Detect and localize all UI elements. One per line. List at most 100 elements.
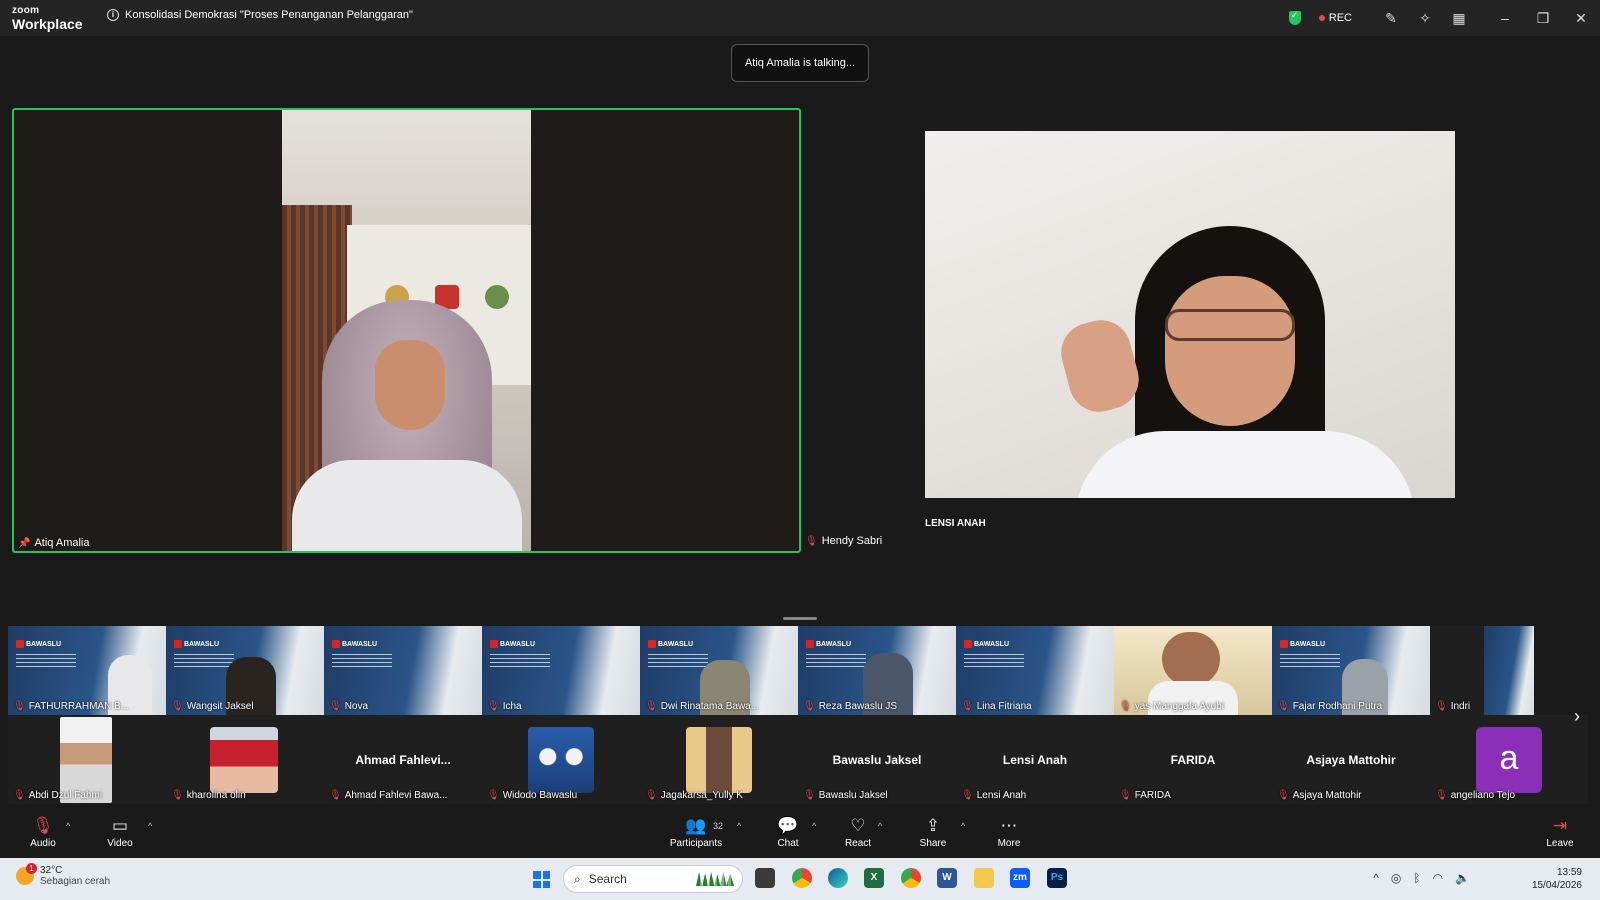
thumb-name-tag: 🎙 Asjaya Mattohir [1277, 790, 1362, 801]
gallery-resize-handle[interactable] [783, 617, 817, 620]
audio-options-caret-icon[interactable]: ^ [66, 821, 70, 831]
excel-icon[interactable]: X [864, 868, 884, 888]
talking-text: Atiq Amalia is talking... [744, 57, 856, 69]
gallery-thumb[interactable]: BAWASLU 🎙 Nova [324, 626, 482, 715]
lensi-video-tile[interactable] [925, 131, 1455, 498]
thumb-name-tag: 🎙 Reza Bawaslu JS [803, 701, 897, 712]
gallery-thumb[interactable]: 🎙 Abdi Dzul Fahmi [8, 715, 166, 804]
participant-count: 32 [713, 821, 724, 831]
thumb-name-tag: 🎙 yas Manggala Ayubi [1119, 701, 1224, 712]
participant-name: Asjaya Mattohir [1292, 790, 1362, 801]
gallery-thumb[interactable]: 🎙 yas Manggala Ayubi [1114, 626, 1272, 715]
bawaslu-text: BAWASLU [26, 640, 61, 648]
bawaslu-mark-icon [806, 640, 814, 648]
clock-date: 15/04/2026 [1531, 880, 1582, 891]
chat-button[interactable]: 💬 Chat [758, 815, 818, 849]
meeting-info[interactable]: i Konsolidasi Demokrasi "Proses Penangan… [107, 9, 413, 21]
share-button[interactable]: ⇪ Share [903, 815, 963, 849]
bawaslu-mark-icon [16, 640, 24, 648]
react-caret-icon[interactable]: ^ [878, 821, 882, 831]
bluetooth-icon[interactable]: ᛒ [1413, 871, 1420, 885]
titlebar-controls: REC ✎ ✧ ▦ – ❐ ✕ [1288, 0, 1600, 36]
recording-indicator[interactable]: REC [1318, 12, 1352, 24]
participant-display-name: FARIDA [1170, 753, 1216, 767]
video-camera-icon: ▭ [111, 816, 129, 835]
participant-photo [210, 727, 278, 793]
security-shield-icon[interactable] [1288, 10, 1301, 25]
gallery-thumb[interactable]: Lensi Anah 🎙 Lensi Anah [956, 715, 1114, 804]
participant-name: Jagakarsa_Yully K [660, 790, 743, 801]
gallery-thumb[interactable]: BAWASLU 🎙 Lina Fitriana [956, 626, 1114, 715]
thumb-name-tag: 🎙 Lina Fitriana [961, 701, 1032, 712]
gallery-thumb[interactable]: a 🎙 angeliano Tejo [1430, 715, 1588, 804]
gallery-thumb[interactable]: BAWASLU 🎙 Icha [482, 626, 640, 715]
leave-button[interactable]: ⇥ Leave [1530, 815, 1590, 849]
edge-icon[interactable] [828, 868, 848, 888]
gallery-thumb[interactable]: 🎙 kharolina olin [166, 715, 324, 804]
mic-off-icon: 🎙 [32, 816, 54, 835]
active-speaker-tile[interactable]: 📌 Atiq Amalia [12, 108, 801, 553]
minimize-button[interactable]: – [1486, 10, 1524, 26]
mic-muted-icon: 🎙 [487, 790, 500, 801]
photoshop-icon[interactable]: Ps [1047, 868, 1067, 888]
gallery-thumb[interactable]: BAWASLU 🎙 Wangsit Jaksel [166, 626, 324, 715]
participants-caret-icon[interactable]: ^ [737, 821, 741, 831]
gallery-thumb[interactable]: BAWASLU 🎙 Reza Bawaslu JS [798, 626, 956, 715]
gallery-next-arrow-icon[interactable]: › [1574, 706, 1580, 727]
info-icon[interactable]: i [107, 9, 119, 21]
system-tray: ^ ◎ ᛒ ◠ 🔈 [1373, 871, 1470, 885]
participant-name: angeliano Tejo [1450, 790, 1516, 801]
gallery-thumb[interactable]: Bawaslu Jaksel 🎙 Bawaslu Jaksel [798, 715, 956, 804]
video-button[interactable]: ▭ Video [90, 815, 150, 849]
mic-muted-icon: 🎙 [803, 790, 816, 801]
gallery-thumb[interactable]: Ahmad Fahlevi... 🎙 Ahmad Fahlevi Bawa... [324, 715, 482, 804]
chat-caret-icon[interactable]: ^ [812, 821, 816, 831]
participant-name: Abdi Dzul Fahmi [28, 790, 103, 801]
zoom-app-icon[interactable]: zm [1010, 868, 1030, 888]
chrome-icon[interactable] [792, 868, 812, 888]
task-view-icon[interactable] [755, 868, 775, 888]
bawaslu-text: BAWASLU [184, 640, 219, 648]
gallery-thumb[interactable]: 🎙 Widodo Bawaslu [482, 715, 640, 804]
bawaslu-logo: BAWASLU [174, 640, 219, 648]
video-options-caret-icon[interactable]: ^ [148, 821, 152, 831]
taskbar-search[interactable]: ⌕ Search [563, 865, 743, 893]
bawaslu-background [1484, 626, 1534, 715]
audio-button[interactable]: 🎙 Audio [13, 815, 73, 849]
rec-label: REC [1328, 12, 1352, 24]
mic-muted-icon: 🎙 [1277, 701, 1290, 712]
wifi-icon[interactable]: ◠ [1433, 871, 1443, 885]
file-explorer-icon[interactable] [974, 868, 994, 888]
ai-companion-sparkle-icon[interactable]: ✧ [1408, 10, 1442, 27]
gallery-thumb[interactable]: Asjaya Mattohir 🎙 Asjaya Mattohir [1272, 715, 1430, 804]
participant-name: kharolina olin [186, 790, 246, 801]
show-hidden-icons-chevron-icon[interactable]: ^ [1373, 871, 1379, 885]
chrome-profile-icon[interactable] [901, 868, 921, 888]
restore-button[interactable]: ❐ [1524, 10, 1562, 27]
weather-widget[interactable]: 1 32°C Sebagian cerah [16, 863, 110, 887]
gallery-thumb[interactable]: BAWASLU 🎙 FATHURRAHMAN B... [8, 626, 166, 715]
start-button-windows-icon[interactable] [533, 871, 550, 888]
volume-icon[interactable]: 🔈 [1455, 871, 1470, 885]
view-grid-icon[interactable]: ▦ [1442, 10, 1476, 27]
word-icon[interactable]: W [937, 868, 957, 888]
gallery-thumb[interactable]: FARIDA 🎙 FARIDA [1114, 715, 1272, 804]
participant-name: yas Manggala Ayubi [1134, 701, 1225, 712]
participant-name: Lina Fitriana [976, 701, 1032, 712]
gallery-thumb[interactable]: BAWASLU 🎙 Fajar Rodhani Putra [1272, 626, 1430, 715]
search-icon: ⌕ [574, 871, 581, 886]
more-button[interactable]: ⋯ More [979, 815, 1039, 849]
emblem-icon [485, 285, 509, 309]
annotate-pen-icon[interactable]: ✎ [1374, 10, 1408, 27]
participant-face [375, 340, 445, 430]
gallery-thumb[interactable]: 🎙 Indri [1430, 626, 1534, 715]
bawaslu-mark-icon [648, 640, 656, 648]
banner-text-lines [964, 654, 1024, 668]
share-caret-icon[interactable]: ^ [961, 821, 965, 831]
security-tray-icon[interactable]: ◎ [1391, 871, 1401, 885]
close-button[interactable]: ✕ [1562, 10, 1600, 27]
gallery-thumb[interactable]: BAWASLU 🎙 Dwi Rinatama Bawa... [640, 626, 798, 715]
gallery-thumb[interactable]: 🎙 Jagakarsa_Yully K [640, 715, 798, 804]
system-clock[interactable]: 13:59 15/04/2026 [1532, 866, 1582, 892]
participant-name: Nova [344, 701, 369, 712]
